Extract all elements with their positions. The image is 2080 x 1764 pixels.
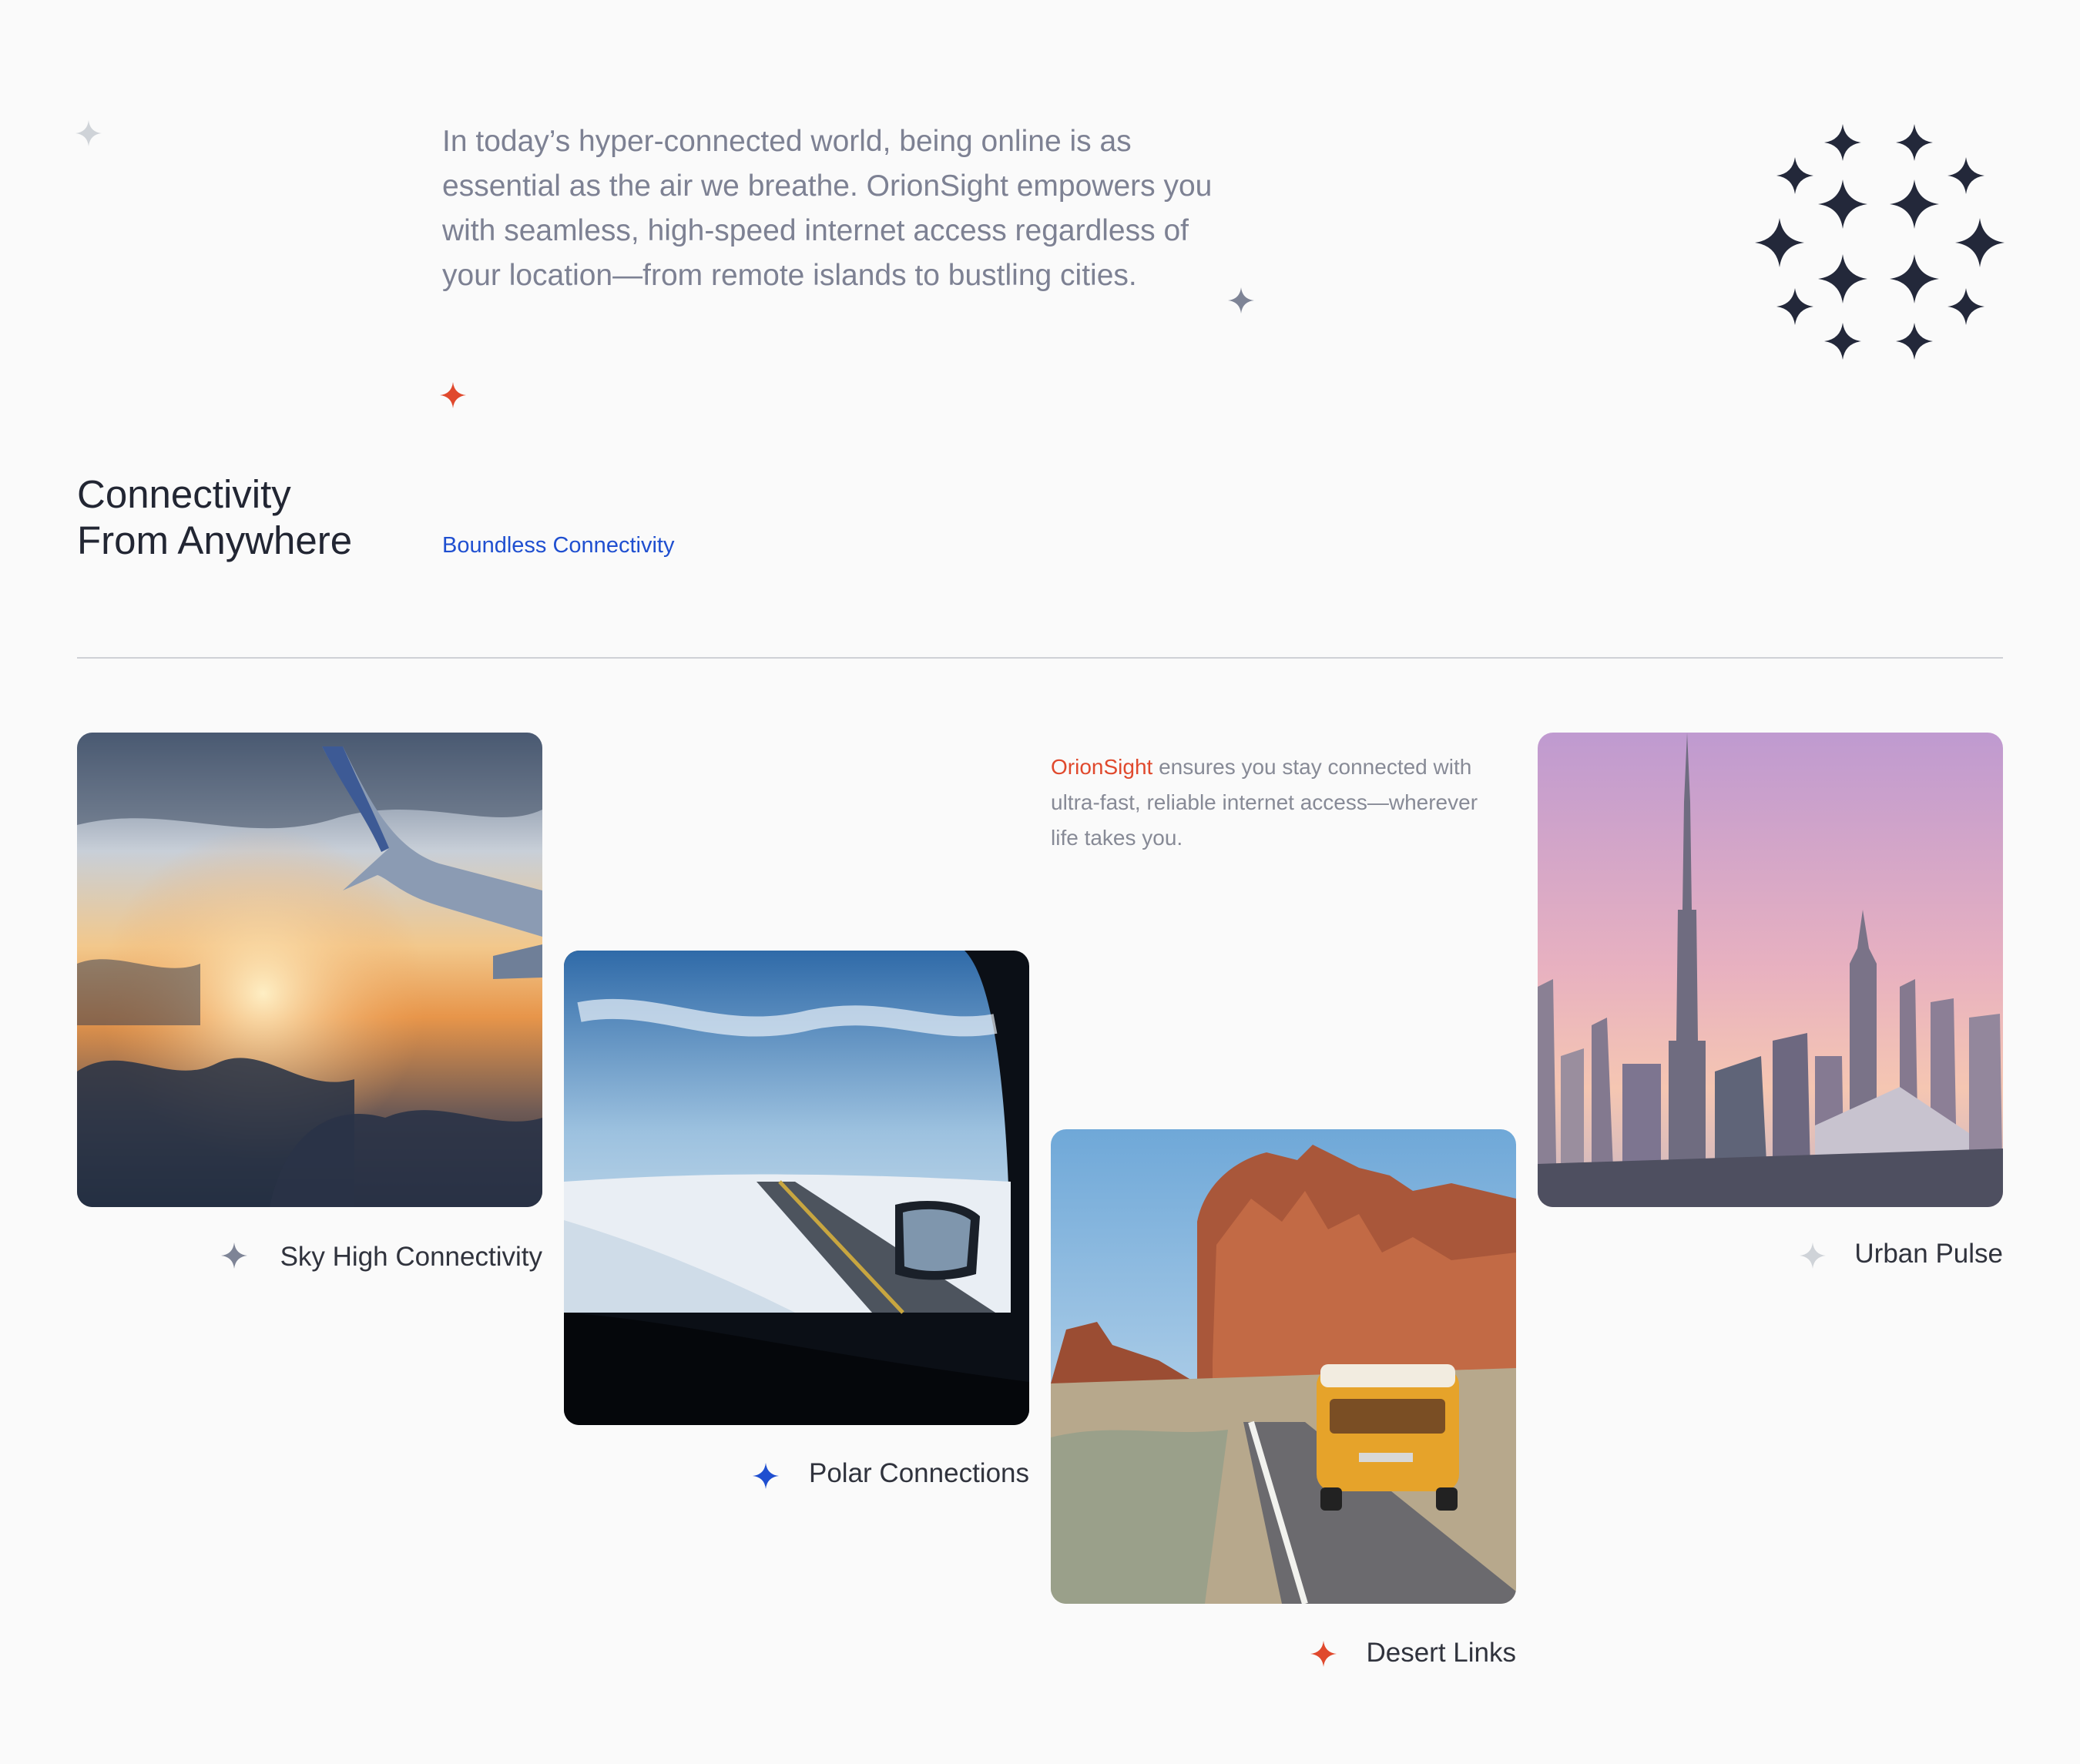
connectivity-description: OrionSight ensures you stay connected wi… — [1051, 750, 1490, 856]
sparkle-icon — [753, 1463, 779, 1489]
intro-paragraph: In today’s hyper-connected world, being … — [442, 125, 1213, 292]
brand-name: OrionSight — [1051, 755, 1153, 779]
urban-caption: Urban Pulse — [1854, 1239, 2003, 1269]
yellow-van-desert-road-photo — [1051, 1129, 1516, 1604]
sky-high-caption: Sky High Connectivity — [280, 1242, 542, 1272]
airplane-wing-over-clouds-photo — [77, 733, 542, 1207]
sparkle-icon — [440, 382, 466, 408]
section-title-line1: Connectivity — [77, 472, 291, 516]
sparkle-icon — [221, 1243, 247, 1269]
sparkle-icon — [1800, 1243, 1826, 1269]
sky-high-image-card[interactable] — [77, 733, 542, 1207]
city-skyline-skyscraper-photo — [1538, 733, 2003, 1207]
boundless-connectivity-link[interactable]: Boundless Connectivity — [442, 533, 674, 558]
snowy-road-through-car-window-photo — [564, 951, 1029, 1425]
urban-image-card[interactable] — [1538, 733, 2003, 1207]
section-title-line2: From Anywhere — [77, 518, 353, 562]
sparkle-icon — [1310, 1641, 1337, 1667]
section-divider — [77, 657, 2003, 659]
desert-caption: Desert Links — [1366, 1638, 1516, 1668]
sparkle-icon — [1228, 287, 1254, 314]
section-title: Connectivity From Anywhere — [77, 471, 401, 564]
desert-image-card[interactable] — [1051, 1129, 1516, 1604]
star-cluster-icon — [1755, 124, 2005, 360]
polar-caption: Polar Connections — [809, 1458, 1029, 1488]
sparkle-icon — [75, 120, 102, 146]
polar-image-card[interactable] — [564, 951, 1029, 1425]
